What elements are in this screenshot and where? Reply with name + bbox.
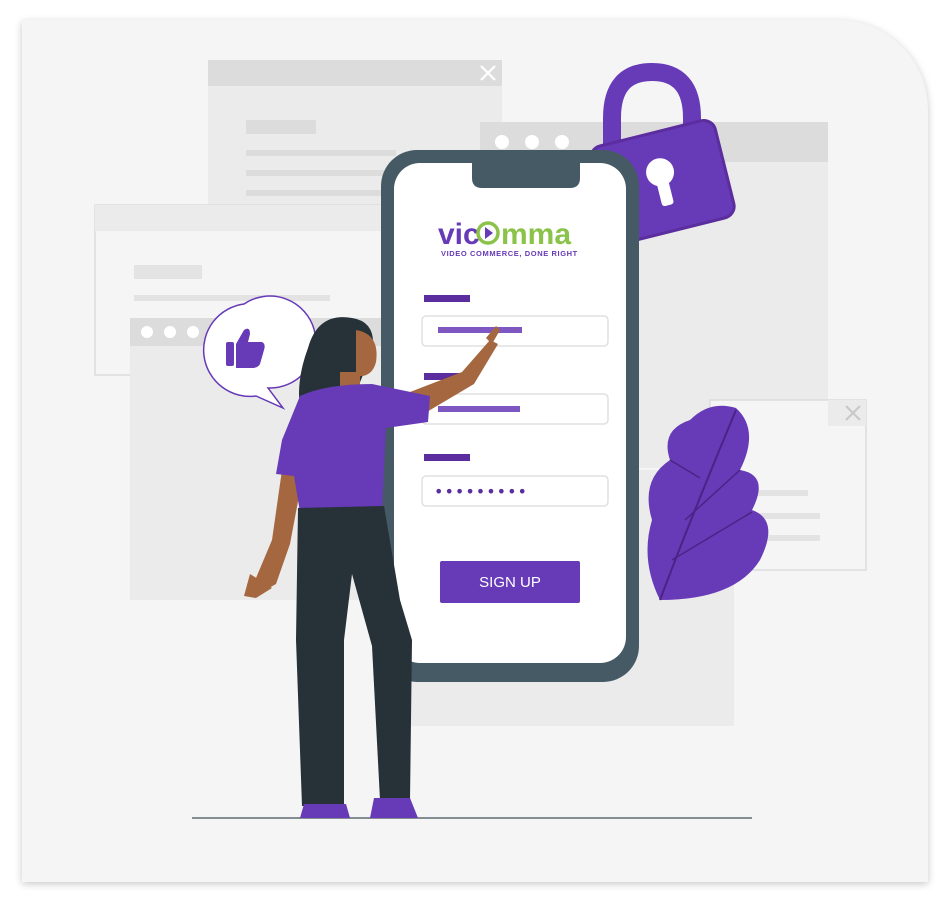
brand-name-suffix: mma [501,218,571,251]
text-field-1[interactable] [421,315,609,347]
field-label-1 [424,295,470,302]
password-field[interactable]: ••••••••• [421,475,609,507]
phone-notch [472,160,580,188]
signup-button-label: SIGN UP [479,574,541,591]
brand-tagline: VIDEO COMMERCE, DONE RIGHT [441,249,578,258]
password-mask: ••••••••• [434,482,528,501]
brand-name-prefix: vic [438,218,480,251]
signup-button[interactable]: SIGN UP [440,561,580,603]
text-field-2[interactable] [421,393,609,425]
signup-illustration: vic mma VIDEO COMMERCE, DONE RIGHT •••••… [94,60,867,819]
field-label-3 [424,454,470,461]
brand-logo: vic mma VIDEO COMMERCE, DONE RIGHT [438,218,578,258]
